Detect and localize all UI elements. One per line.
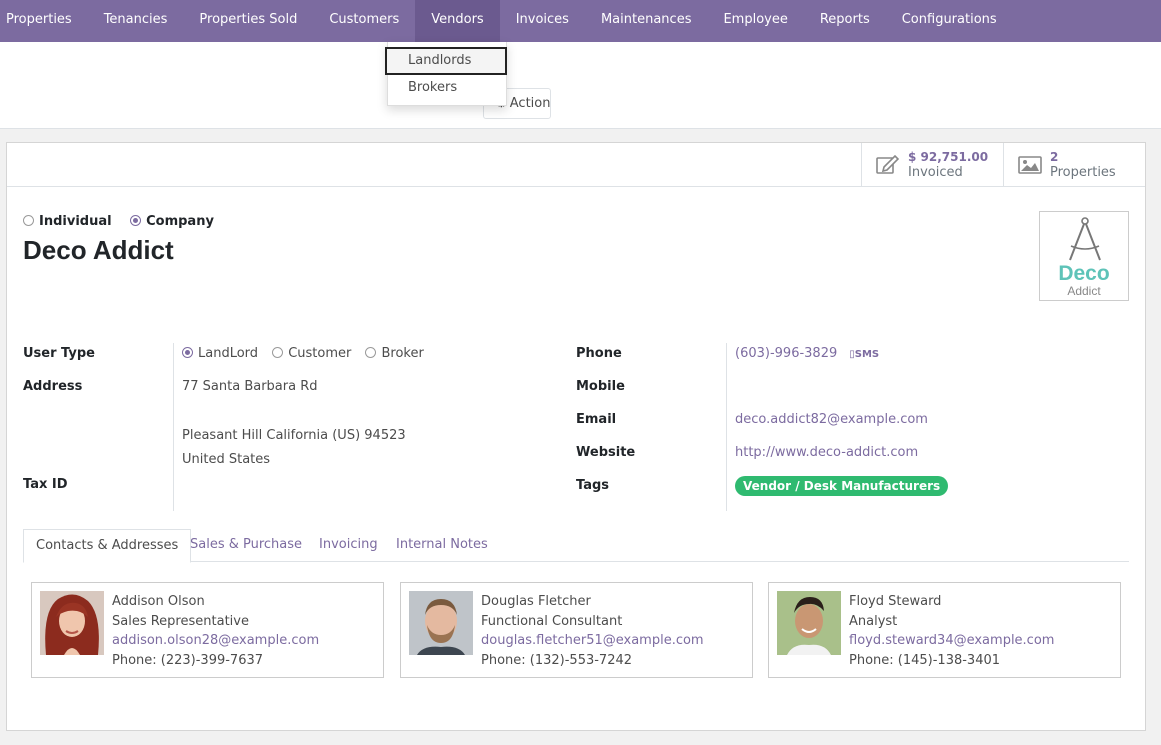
user-type-broker-radio[interactable]: Broker	[365, 346, 424, 361]
properties-smart-button[interactable]: 2 Properties	[1003, 143, 1145, 187]
contact-title: Analyst	[849, 613, 898, 629]
tags-label: Tags	[576, 478, 610, 493]
radio-unchecked-icon	[272, 347, 284, 358]
logo-text-deco: Deco	[1058, 262, 1110, 285]
nav-properties-sold[interactable]: Properties Sold	[183, 0, 313, 42]
contact-phone: Phone: (223)-399-7637	[112, 653, 264, 669]
company-radio[interactable]: Company	[130, 214, 214, 229]
company-label: Company	[146, 214, 214, 229]
landlord-label: LandLord	[198, 346, 259, 361]
avatar	[40, 591, 104, 655]
contact-title: Sales Representative	[112, 613, 249, 629]
user-type-customer-radio[interactable]: Customer	[272, 346, 351, 361]
image-icon	[1016, 155, 1044, 175]
action-label: Action	[509, 96, 551, 111]
address-country[interactable]: United States	[182, 452, 270, 467]
left-field-divider	[173, 343, 174, 511]
user-type-label: User Type	[23, 346, 95, 361]
tab-internal-notes[interactable]: Internal Notes	[396, 529, 488, 562]
mobile-label: Mobile	[576, 379, 625, 394]
address-city-state-zip[interactable]: Pleasant Hill California (US) 94523	[182, 428, 406, 443]
invoiced-value: $ 92,751.00	[908, 150, 989, 164]
individual-label: Individual	[39, 214, 112, 229]
individual-radio[interactable]: Individual	[23, 214, 112, 229]
website-link[interactable]: http://www.deco-addict.com	[735, 445, 918, 460]
partner-name[interactable]: Deco Addict	[23, 235, 174, 266]
menu-item-landlords[interactable]: Landlords	[385, 47, 507, 75]
phone-link[interactable]: (603)-996-3829	[735, 346, 837, 361]
user-type-radio-group: LandLord Customer Broker	[182, 346, 434, 361]
notebook-tabs: Contacts & Addresses Sales & Purchase In…	[23, 529, 1129, 563]
smart-button-bar: $ 92,751.00 Invoiced 2 Properties	[7, 143, 1145, 187]
avatar	[409, 591, 473, 655]
contact-phone: Phone: (145)-138-3401	[849, 653, 1001, 669]
tax-id-label: Tax ID	[23, 477, 68, 492]
contact-name: Douglas Fletcher	[481, 594, 591, 609]
nav-invoices[interactable]: Invoices	[500, 0, 585, 42]
phone-label: Phone	[576, 346, 622, 361]
contact-name: Floyd Steward	[849, 594, 942, 609]
nav-vendors[interactable]: Vendors	[415, 0, 500, 42]
invoiced-smart-button[interactable]: $ 92,751.00 Invoiced	[861, 143, 1003, 187]
nav-properties[interactable]: Properties	[0, 0, 88, 42]
form-sheet: $ 92,751.00 Invoiced 2 Properties Indivi…	[6, 142, 1146, 731]
contact-phone: Phone: (132)-553-7242	[481, 653, 633, 669]
properties-count: 2	[1050, 150, 1059, 164]
radio-unchecked-icon	[23, 215, 34, 226]
control-panel: ⚙Action	[0, 42, 1161, 129]
nav-employee[interactable]: Employee	[707, 0, 803, 42]
email-label: Email	[576, 412, 617, 427]
nav-maintenances[interactable]: Maintenances	[585, 0, 708, 42]
top-navbar: Properties Tenancies Properties Sold Cus…	[0, 0, 1161, 42]
contact-card[interactable]: Douglas Fletcher Functional Consultant d…	[400, 582, 753, 678]
email-link[interactable]: deco.addict82@example.com	[735, 412, 928, 427]
sms-label: SMS	[854, 349, 880, 360]
nav-tenancies[interactable]: Tenancies	[88, 0, 184, 42]
contact-email[interactable]: addison.olson28@example.com	[112, 631, 319, 651]
contact-card[interactable]: Addison Olson Sales Representative addis…	[31, 582, 384, 678]
vendors-dropdown-menu: Landlords Brokers	[385, 42, 507, 106]
compass-logo-icon	[1069, 217, 1101, 261]
partner-logo[interactable]: Deco Addict	[1039, 211, 1129, 301]
tab-sales-purchase[interactable]: Sales & Purchase	[190, 529, 302, 562]
sms-button[interactable]: ▯SMS	[849, 349, 879, 360]
pencil-square-icon	[874, 155, 902, 175]
radio-checked-icon	[130, 215, 142, 226]
logo-text-addict: Addict	[1067, 284, 1101, 298]
nav-configurations[interactable]: Configurations	[886, 0, 1013, 42]
contact-title: Functional Consultant	[481, 613, 623, 629]
nav-reports[interactable]: Reports	[804, 0, 886, 42]
address-label: Address	[23, 379, 83, 394]
contact-email[interactable]: douglas.fletcher51@example.com	[481, 631, 704, 651]
contact-email[interactable]: floyd.steward34@example.com	[849, 631, 1054, 651]
broker-label: Broker	[381, 346, 424, 361]
invoiced-label: Invoiced	[908, 165, 963, 180]
tab-contacts-addresses[interactable]: Contacts & Addresses	[23, 529, 192, 563]
customer-label: Customer	[288, 346, 352, 361]
user-type-landlord-radio[interactable]: LandLord	[182, 346, 258, 361]
radio-unchecked-icon	[365, 347, 377, 358]
contact-card[interactable]: Floyd Steward Analyst floyd.steward34@ex…	[768, 582, 1121, 678]
address-street[interactable]: 77 Santa Barbara Rd	[182, 379, 318, 394]
avatar	[777, 591, 841, 655]
properties-label: Properties	[1050, 165, 1116, 180]
website-label: Website	[576, 445, 636, 460]
radio-checked-icon	[182, 347, 193, 358]
tab-invoicing[interactable]: Invoicing	[319, 529, 378, 562]
company-type-radio-group: Individual Company	[23, 214, 228, 229]
right-field-divider	[726, 343, 727, 511]
menu-item-brokers[interactable]: Brokers	[388, 74, 506, 102]
nav-customers[interactable]: Customers	[313, 0, 415, 42]
contact-name: Addison Olson	[112, 594, 205, 609]
vendor-tag-badge[interactable]: Vendor / Desk Manufacturers	[735, 476, 949, 496]
phone-field: (603)-996-3829 ▯SMS	[735, 346, 879, 361]
